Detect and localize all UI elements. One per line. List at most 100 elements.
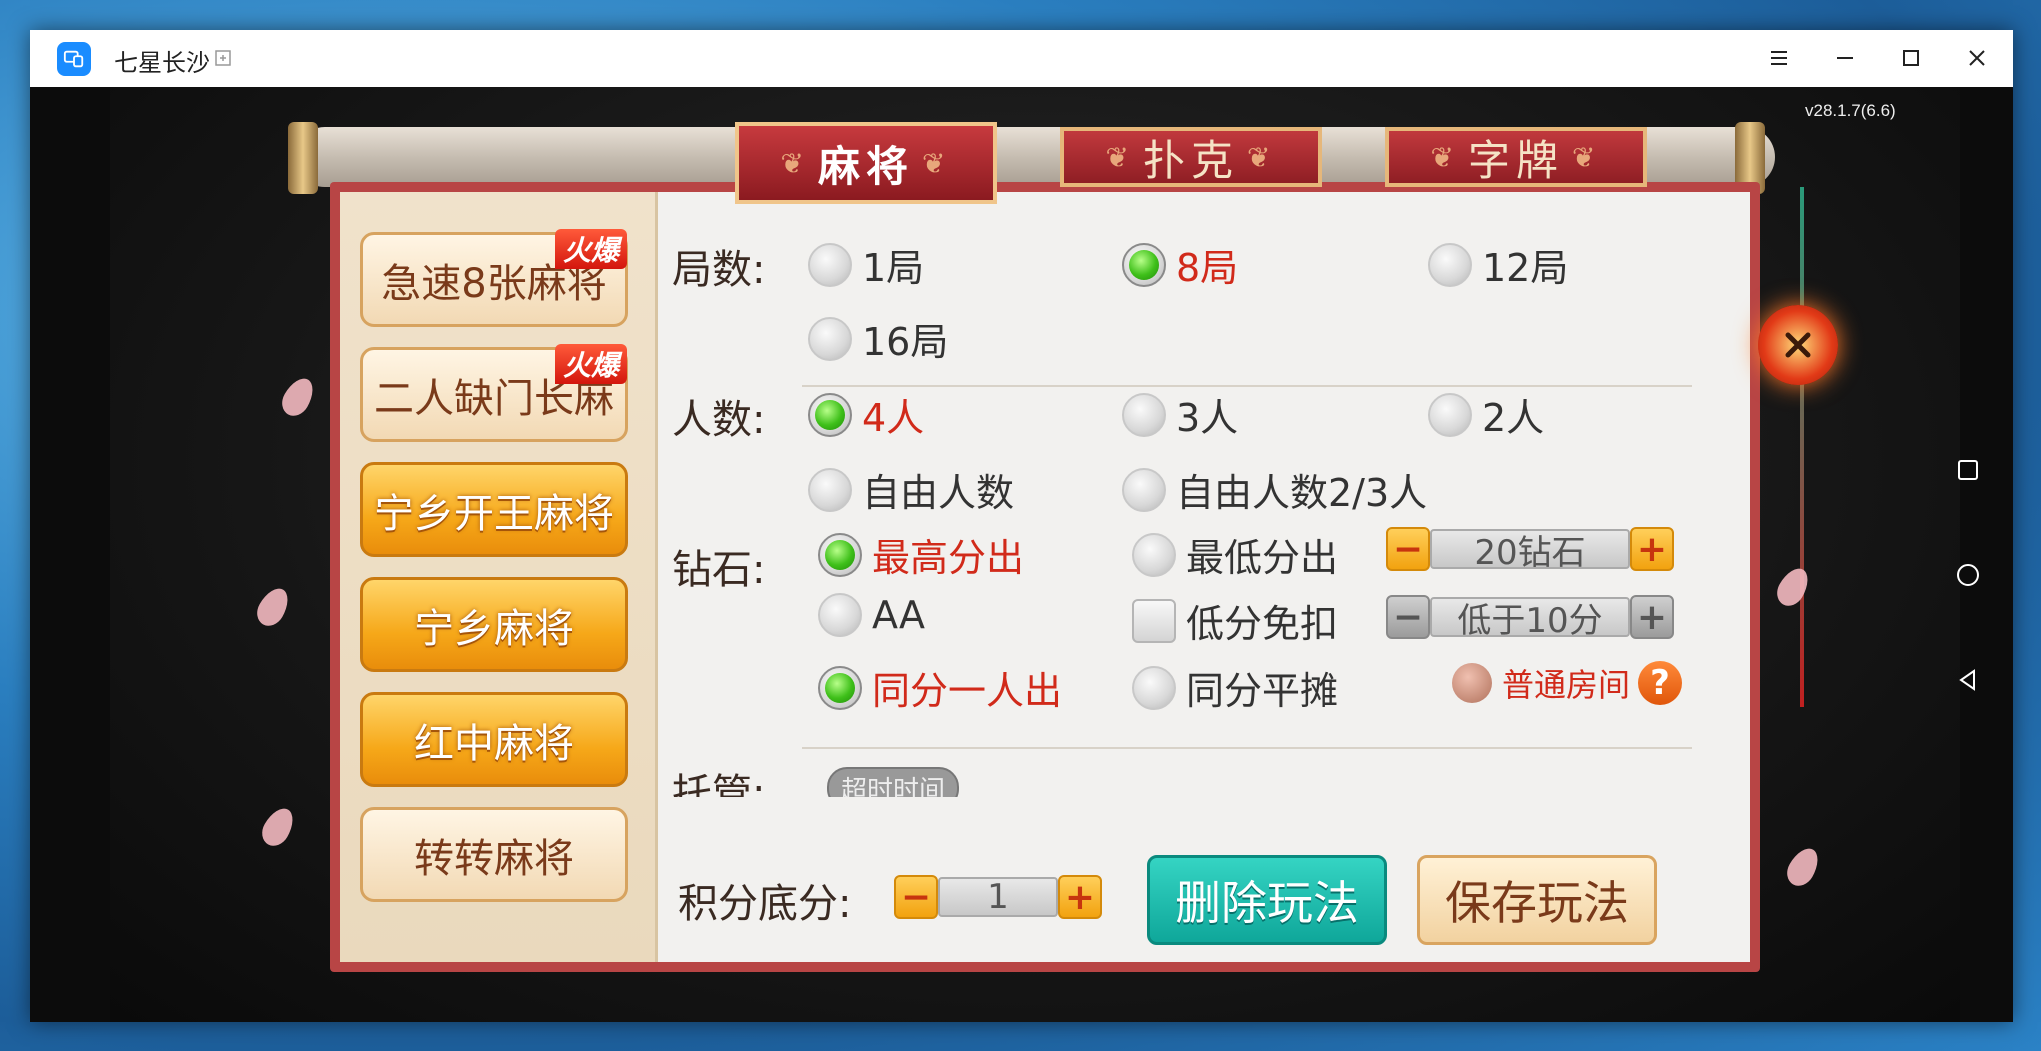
radio-icon xyxy=(808,316,852,361)
game-button-label: 宁乡开王麻将 xyxy=(374,490,614,537)
ornament-icon: ❦ xyxy=(1430,140,1460,174)
room-type-option[interactable]: 普通房间 ? xyxy=(1452,660,1683,706)
increment-button[interactable]: + xyxy=(1058,875,1102,919)
back-icon[interactable] xyxy=(1948,660,1988,700)
radio-selected-icon xyxy=(1122,242,1166,287)
game-button-label: 红中麻将 xyxy=(414,720,574,767)
option-label: 最低分出 xyxy=(1186,536,1339,580)
scroll-cap-left xyxy=(288,122,318,194)
radio-icon xyxy=(1428,242,1472,287)
radio-icon xyxy=(808,467,852,512)
game-area: v28.1.7(6.6) 急速8张麻将 火爆 二人缺门长麻 火爆 宁乡开王麻将 … xyxy=(30,87,2013,1022)
decrement-button[interactable]: − xyxy=(894,875,938,919)
option-label: 自由人数2/3人 xyxy=(1176,471,1428,515)
tab-label: 麻将 xyxy=(817,141,914,191)
hot-badge: 火爆 xyxy=(554,229,627,269)
minimize-icon[interactable] xyxy=(1827,40,1863,76)
low-score-stepper: − 低于10分 + xyxy=(1386,595,1674,641)
radio-icon xyxy=(808,242,852,287)
game-button-label: 转转麻将 xyxy=(414,835,574,882)
game-settings-panel: 急速8张麻将 火爆 二人缺门长麻 火爆 宁乡开王麻将 宁乡麻将 红中麻将 转转麻… xyxy=(330,182,1760,972)
game-button-1[interactable]: 急速8张麻将 火爆 xyxy=(360,229,628,327)
stepper-value: 低于10分 xyxy=(1430,597,1630,641)
tab-poker[interactable]: ❦ 扑克 ❦ xyxy=(1060,127,1322,187)
game-button-2[interactable]: 二人缺门长麻 火爆 xyxy=(360,344,628,442)
room-type-label: 普通房间 xyxy=(1502,666,1631,704)
option-label: 4人 xyxy=(862,396,925,440)
radio-icon xyxy=(1428,392,1472,437)
option-label: 12局 xyxy=(1482,246,1569,290)
diamond-option-lowest[interactable]: 最低分出 xyxy=(1132,527,1338,582)
title-bar: 七星长沙 xyxy=(30,30,2013,87)
decrement-button[interactable]: − xyxy=(1386,595,1430,639)
diamond-option-same-one[interactable]: 同分一人出 xyxy=(818,660,1062,715)
diamond-stepper: − 20钻石 + xyxy=(1386,527,1674,573)
timeout-pill[interactable]: 超时时间 xyxy=(827,767,960,797)
ornament-icon: ❦ xyxy=(1247,140,1277,174)
maximize-icon[interactable] xyxy=(1893,40,1929,76)
divider xyxy=(802,385,1692,387)
menu-icon[interactable] xyxy=(1761,40,1797,76)
close-panel-button[interactable] xyxy=(1758,305,1838,385)
trustee-label: 托管: xyxy=(672,771,766,797)
decrement-button[interactable]: − xyxy=(1386,527,1430,571)
tab-label: 字牌 xyxy=(1467,135,1564,185)
base-score-stepper: − 1 + xyxy=(894,875,1102,919)
game-button-6[interactable]: 转转麻将 xyxy=(360,807,628,902)
panel-inner: 急速8张麻将 火爆 二人缺门长麻 火爆 宁乡开王麻将 宁乡麻将 红中麻将 转转麻… xyxy=(340,192,1750,962)
players-option-2[interactable]: 2人 xyxy=(1428,387,1544,442)
divider xyxy=(802,747,1692,749)
players-option-free-23[interactable]: 自由人数2/3人 xyxy=(1122,462,1427,517)
round-option-8[interactable]: 8局 xyxy=(1122,237,1238,292)
players-option-free[interactable]: 自由人数 xyxy=(808,462,1014,517)
ornament-icon: ❦ xyxy=(922,146,952,180)
players-label: 人数: xyxy=(672,397,766,443)
low-score-exempt-checkbox[interactable]: 低分免扣 xyxy=(1132,593,1338,648)
pin-icon[interactable] xyxy=(214,49,232,67)
increment-button[interactable]: + xyxy=(1630,595,1674,639)
checkbox-icon xyxy=(1132,598,1176,643)
room-ball-icon xyxy=(1452,663,1492,703)
ornament-icon: ❦ xyxy=(780,146,810,180)
players-option-3[interactable]: 3人 xyxy=(1122,387,1238,442)
app-window: 七星长沙 v28.1.7(6.6) 急速8张麻将 火爆 二人缺门长麻 火爆 宁乡… xyxy=(30,30,2013,1022)
delete-rule-button[interactable]: 删除玩法 xyxy=(1147,855,1387,945)
rounds-label: 局数: xyxy=(672,247,766,293)
game-button-5[interactable]: 红中麻将 xyxy=(360,692,628,787)
ornament-icon: ❦ xyxy=(1572,140,1602,174)
diamond-option-same-split[interactable]: 同分平摊 xyxy=(1132,660,1338,715)
radio-icon xyxy=(1132,665,1176,710)
option-label: 2人 xyxy=(1482,396,1545,440)
option-label: 低分免扣 xyxy=(1186,602,1339,646)
save-rule-button[interactable]: 保存玩法 xyxy=(1417,855,1657,945)
diamond-option-aa[interactable]: AA xyxy=(818,593,925,637)
version-label: v28.1.7(6.6) xyxy=(1805,101,1896,120)
tassel-decoration xyxy=(1800,187,1804,707)
game-button-4[interactable]: 宁乡麻将 xyxy=(360,577,628,672)
option-label: 同分平摊 xyxy=(1186,669,1339,713)
radio-selected-icon xyxy=(818,665,862,710)
stepper-value: 20钻石 xyxy=(1430,529,1630,573)
round-option-16[interactable]: 16局 xyxy=(808,311,948,366)
close-window-icon[interactable] xyxy=(1959,40,1995,76)
window-title: 七星长沙 xyxy=(114,49,210,77)
round-option-12[interactable]: 12局 xyxy=(1428,237,1568,292)
round-option-1[interactable]: 1局 xyxy=(808,237,924,292)
game-button-3[interactable]: 宁乡开王麻将 xyxy=(360,462,628,557)
help-icon[interactable]: ? xyxy=(1638,661,1683,705)
game-button-label: 宁乡麻将 xyxy=(414,605,574,652)
players-option-4[interactable]: 4人 xyxy=(808,387,924,442)
increment-button[interactable]: + xyxy=(1630,527,1674,571)
hot-badge: 火爆 xyxy=(554,344,627,384)
option-label: 最高分出 xyxy=(872,536,1025,580)
tab-zipai[interactable]: ❦ 字牌 ❦ xyxy=(1385,127,1647,187)
close-icon xyxy=(1785,332,1811,358)
tab-label: 扑克 xyxy=(1142,135,1239,185)
home-icon[interactable] xyxy=(1948,555,1988,595)
stepper-value: 1 xyxy=(938,877,1058,917)
tab-mahjong[interactable]: ❦ 麻将 ❦ xyxy=(735,122,997,204)
radio-icon xyxy=(1122,467,1166,512)
diamond-option-highest[interactable]: 最高分出 xyxy=(818,527,1024,582)
option-label: 1局 xyxy=(862,246,925,290)
recent-apps-icon[interactable] xyxy=(1948,450,1988,490)
